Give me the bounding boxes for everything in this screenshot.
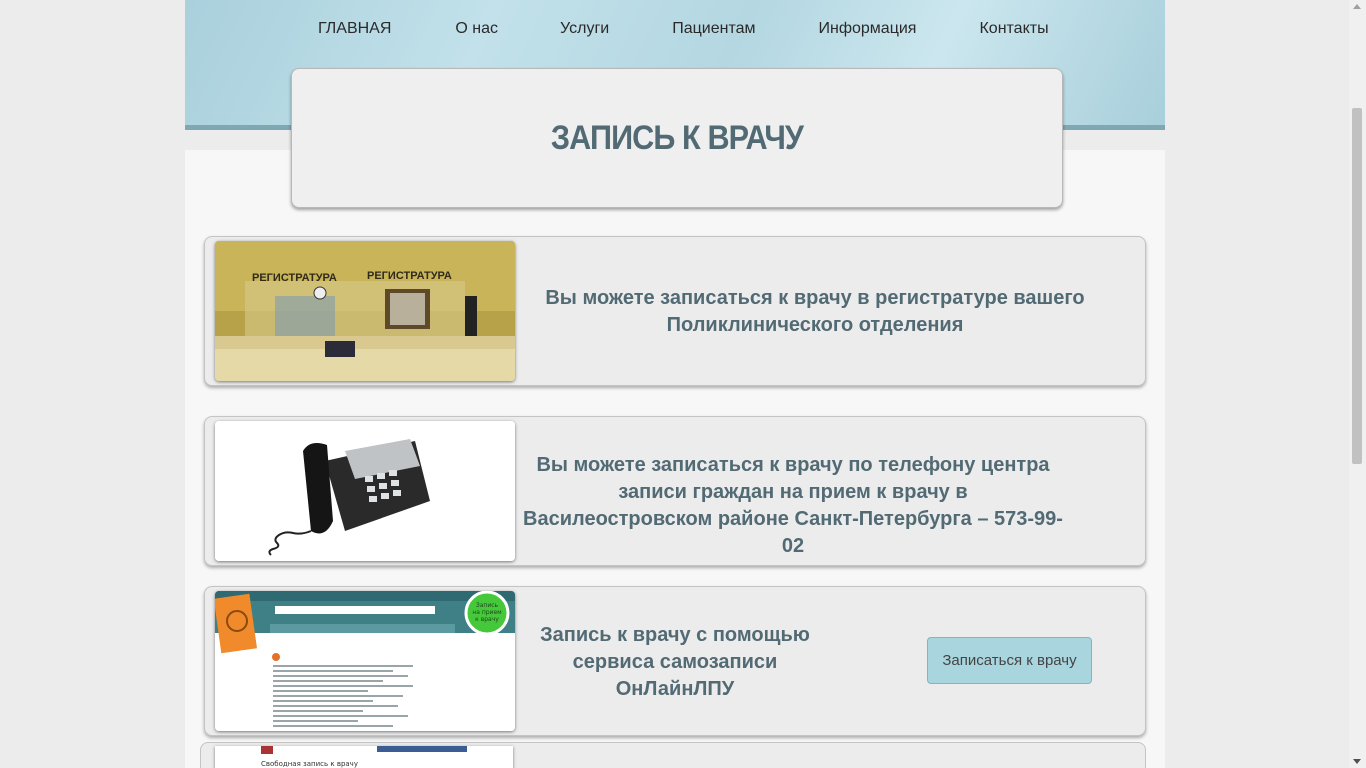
scroll-down-arrow-icon[interactable] <box>1353 759 1361 764</box>
registry-sign-right: РЕГИСТРАТУРА <box>367 270 452 282</box>
book-appointment-button[interactable]: Записаться к врачу <box>927 637 1092 684</box>
scroll-up-arrow-icon[interactable] <box>1353 4 1361 9</box>
card-registry-text: Вы можете записаться к врачу в регистрат… <box>545 287 1085 336</box>
nav-item-info[interactable]: Информация <box>819 20 917 38</box>
registry-sign-left: РЕГИСТРАТУРА <box>252 272 337 284</box>
free-booking-heading: Свободная запись к врачу <box>261 760 358 768</box>
scrollbar-thumb[interactable] <box>1352 108 1362 464</box>
online-service-screenshot-art: Запись на прием к врачу <box>215 591 515 731</box>
page-title: ЗАПИСЬ К ВРАЧУ <box>550 119 804 157</box>
phone-photo <box>215 421 515 561</box>
online-service-screenshot: Запись на прием к врачу <box>215 591 515 731</box>
phone-icon <box>215 421 515 561</box>
main-nav: ГЛАВНАЯ О нас Услуги Пациентам Информаци… <box>318 20 1049 38</box>
nav-item-home[interactable]: ГЛАВНАЯ <box>318 20 391 38</box>
nav-item-services[interactable]: Услуги <box>560 20 609 38</box>
nav-item-patients[interactable]: Пациентам <box>672 20 755 38</box>
vertical-scrollbar[interactable] <box>1349 0 1366 768</box>
card-registry: РЕГИСТРАТУРА РЕГИСТРАТУРА Вы можете запи… <box>204 236 1146 386</box>
svg-text:Запись: Запись <box>476 602 499 609</box>
registry-photo: РЕГИСТРАТУРА РЕГИСТРАТУРА <box>215 241 515 381</box>
svg-text:на прием: на прием <box>472 609 501 616</box>
card-phone: Вы можете записаться к врачу по телефону… <box>204 416 1146 566</box>
free-booking-screenshot: Свободная запись к врачу <box>215 746 513 768</box>
coat-of-arms-icon <box>261 746 273 754</box>
card-online-text: Запись к врачу с помощью сервиса самозап… <box>540 624 810 700</box>
nav-item-about[interactable]: О нас <box>455 20 498 38</box>
nav-item-contacts[interactable]: Контакты <box>979 20 1048 38</box>
card-free-booking: Свободная запись к врачу <box>200 742 1146 768</box>
page-title-box: ЗАПИСЬ К ВРАЧУ <box>291 68 1063 208</box>
svg-text:к врачу: к врачу <box>475 616 499 623</box>
page: ГЛАВНАЯ О нас Услуги Пациентам Информаци… <box>0 0 1366 768</box>
registry-photo-art: РЕГИСТРАТУРА РЕГИСТРАТУРА <box>215 241 515 381</box>
card-phone-text: Вы можете записаться к врачу по телефону… <box>523 454 1063 557</box>
banner-strip <box>377 746 467 752</box>
